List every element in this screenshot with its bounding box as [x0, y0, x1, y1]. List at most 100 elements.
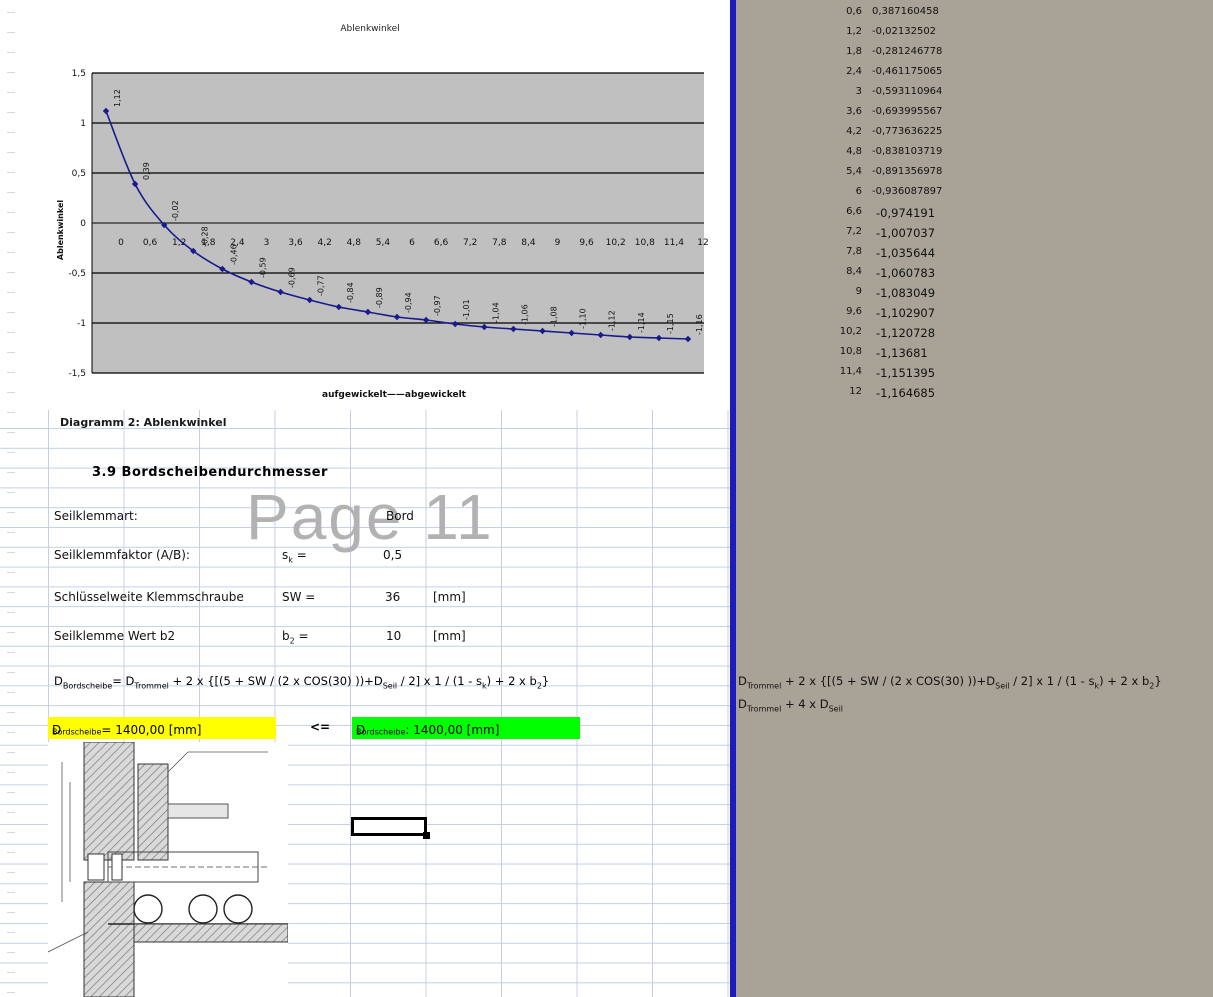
data-row[interactable]: 2,4 -0,461175065	[736, 66, 1036, 86]
data-row-x: 10,2	[839, 326, 862, 337]
data-label: -0,59	[259, 257, 268, 278]
x-tick-label: 5,4	[376, 238, 391, 248]
data-row-x: 6,6	[846, 206, 862, 217]
data-row[interactable]: 0,6 0,387160458	[736, 6, 1036, 26]
ruler-mark	[7, 992, 15, 993]
y-tick-label: -0,5	[68, 269, 86, 279]
data-row-x: 9,6	[846, 306, 862, 317]
ruler-mark	[7, 592, 15, 593]
data-row-y: -0,02132502	[872, 26, 937, 37]
ruler-mark	[7, 472, 15, 473]
y-axis-ticks: 1,5 1 0,5 0 -0,5 -1 -1,5	[68, 69, 86, 379]
ruler-mark	[7, 532, 15, 533]
data-row[interactable]: 11,4 -1,151395	[736, 366, 1036, 386]
ruler-mark	[7, 872, 15, 873]
flange-formula-text[interactable]: DTrommel + 2 x {[(5 + SW / (2 x COS(30) …	[738, 674, 1162, 690]
clamp-b2-label: Seilklemme Wert b2	[54, 629, 176, 643]
data-row-x: 0,6	[846, 6, 862, 17]
data-label: -1,08	[550, 306, 559, 327]
chart-legend: aufgewickelt——abgewickelt	[322, 390, 467, 400]
flange-diameter-formula[interactable]: DBordscheibe= DTrommel + 2 x {[(5 + SW /…	[54, 674, 549, 690]
ruler-mark	[7, 572, 15, 573]
data-label: -0,02	[171, 200, 180, 221]
data-row[interactable]: 1,8 -0,281246778	[736, 46, 1036, 66]
worksheet-page[interactable]: Ablenkwinkel 1,5 1 0,5 0 -0,5 -1 -1,5 0 0,6 1,2 1…	[0, 0, 730, 997]
x-tick-label: 7,8	[492, 238, 507, 248]
data-row[interactable]: 1,2 -0,02132502	[736, 26, 1036, 46]
x-tick-label: 0,6	[143, 238, 158, 248]
data-row[interactable]: 4,2 -0,773636225	[736, 126, 1036, 146]
data-label: -1,10	[579, 308, 588, 329]
data-row-x: 12	[849, 386, 862, 397]
data-row[interactable]: 3,6 -0,693995567	[736, 106, 1036, 126]
data-row-y: -1,120728	[876, 326, 936, 340]
ruler-mark	[7, 512, 15, 513]
data-row-x: 3,6	[846, 106, 862, 117]
data-row-y: -1,13681	[876, 346, 928, 360]
data-row[interactable]: 5,4 -0,891356978	[736, 166, 1036, 186]
min-flange-formula-text[interactable]: DTrommel + 4 x DSeil	[738, 697, 843, 713]
data-row[interactable]: 9 -1,083049	[736, 286, 1036, 306]
data-row[interactable]: 7,8 -1,035644	[736, 246, 1036, 266]
x-tick-label: 9	[555, 238, 561, 248]
deflection-angle-chart[interactable]: Ablenkwinkel 1,510,50-0,5-1-1,5 0 0,6 1,2 1…	[0, 0, 730, 412]
y-tick-label: 0	[80, 219, 86, 229]
required-flange-diameter: D Bordscheibe : 1400,00 [mm]	[356, 723, 500, 737]
data-row[interactable]: 4,8 -0,838103719	[736, 146, 1036, 166]
data-row-y: -1,151395	[876, 366, 936, 380]
selected-cell[interactable]	[351, 817, 430, 839]
page-watermark: Page 11	[246, 481, 494, 553]
data-row[interactable]: 12 -1,164685	[736, 386, 1036, 406]
x-tick-label: 6,6	[434, 238, 449, 248]
rope-clamp-type-value[interactable]: Bord	[386, 509, 414, 523]
data-label: -0,28	[200, 226, 209, 247]
data-label: -0,94	[404, 292, 413, 313]
data-label: -1,12	[608, 310, 617, 331]
data-row-y: -0,974191	[876, 206, 936, 220]
ruler-mark	[7, 892, 15, 893]
wrench-size-unit: [mm]	[433, 590, 466, 604]
data-row[interactable]: 10,8 -1,13681	[736, 346, 1036, 366]
data-row-x: 2,4	[846, 66, 862, 77]
data-row-y: 0,387160458	[872, 6, 939, 17]
computed-flange-diameter: D Bordscheibe = 1400,00 [mm]	[52, 723, 202, 737]
data-row-x: 5,4	[846, 166, 862, 177]
y-tick-label: -1,5	[68, 369, 86, 379]
data-row-y: -1,035644	[876, 246, 936, 260]
computed-flange-diameter-cell[interactable]: D Bordscheibe = 1400,00 [mm]	[48, 717, 276, 739]
ruler-mark	[7, 832, 15, 833]
clamp-b2-unit: [mm]	[433, 629, 466, 643]
data-row-y: -1,060783	[876, 266, 936, 280]
ruler-mark	[7, 492, 15, 493]
data-row[interactable]: 3 -0,593110964	[736, 86, 1036, 106]
data-row-x: 3	[855, 86, 862, 97]
data-row[interactable]: 6 -0,936087897	[736, 186, 1036, 206]
data-row-y: -0,461175065	[872, 66, 943, 77]
ruler-mark	[7, 412, 15, 413]
y-tick-label: 1	[80, 119, 86, 129]
wrench-size-value[interactable]: 36	[385, 590, 400, 604]
fill-handle[interactable]	[423, 832, 430, 839]
data-row[interactable]: 6,6 -0,974191	[736, 206, 1036, 226]
flange-cross-section-drawing[interactable]	[48, 742, 288, 997]
data-row-x: 11,4	[839, 366, 862, 377]
data-row-y: -0,281246778	[872, 46, 943, 57]
data-row-y: -1,007037	[876, 226, 936, 240]
data-row-y: -0,593110964	[872, 86, 943, 97]
clamp-factor-label: Seilklemmfaktor (A/B):	[54, 548, 190, 562]
data-row[interactable]: 10,2 -1,120728	[736, 326, 1036, 346]
data-row-x: 9	[855, 286, 862, 297]
data-row-x: 10,8	[839, 346, 862, 357]
required-flange-diameter-cell[interactable]: D Bordscheibe : 1400,00 [mm]	[352, 717, 580, 739]
offpage-area[interactable]: 0,6 0,387160458 1,2 -0,02132502 1,8 -0,281246…	[736, 0, 1213, 997]
data-label: -1,01	[462, 299, 471, 320]
data-row[interactable]: 7,2 -1,007037	[736, 226, 1036, 246]
data-label: -0,77	[317, 275, 326, 296]
y-tick-label: 1,5	[72, 69, 86, 79]
data-row[interactable]: 8,4 -1,060783	[736, 266, 1036, 286]
ruler-mark	[7, 612, 15, 613]
data-row[interactable]: 9,6 -1,102907	[736, 306, 1036, 326]
clamp-b2-value[interactable]: 10	[386, 629, 401, 643]
data-row-y: -1,164685	[876, 386, 936, 400]
chart-caption: Diagramm 2: Ablenkwinkel	[60, 416, 227, 429]
